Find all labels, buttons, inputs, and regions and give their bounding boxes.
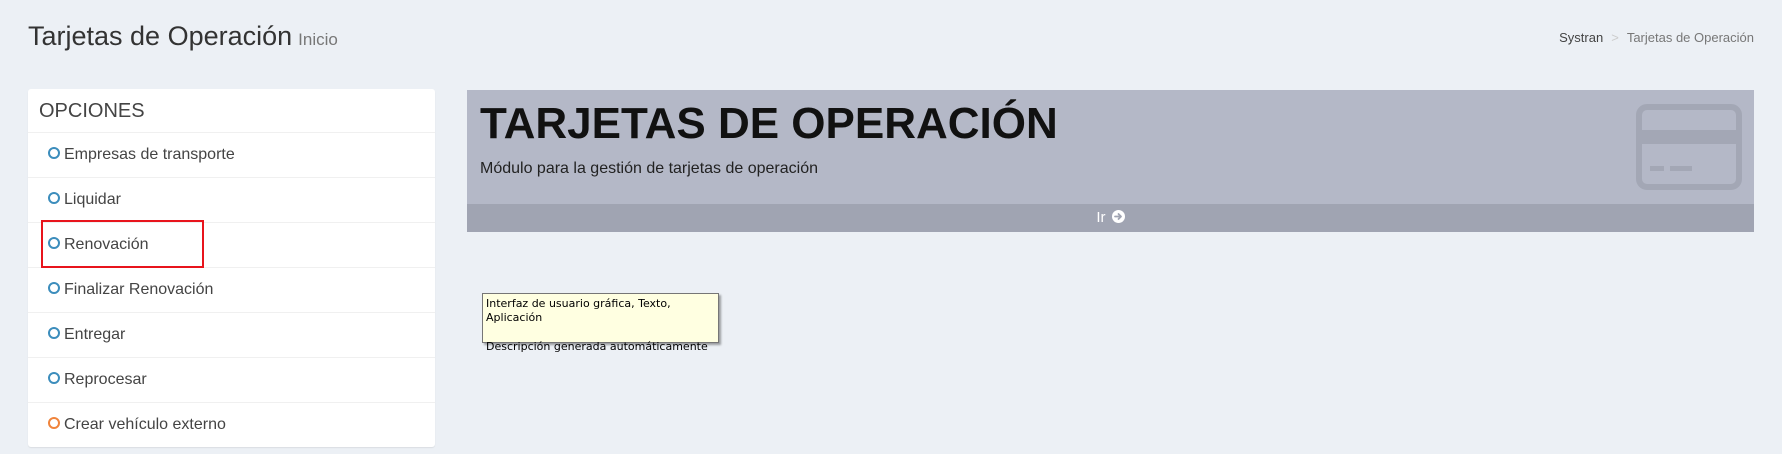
options-title: OPCIONES [28, 89, 435, 133]
breadcrumb-current: Tarjetas de Operación [1626, 30, 1754, 45]
circle-o-icon [48, 282, 60, 295]
option-finalizar-renovacion[interactable]: Finalizar Renovación [28, 268, 435, 313]
circle-o-icon [48, 192, 60, 205]
option-entregar[interactable]: Entregar [28, 313, 435, 358]
module-title: TARJETAS DE OPERACIÓN [480, 99, 1058, 148]
option-label: Reprocesar [64, 371, 147, 388]
credit-card-icon [1636, 104, 1742, 190]
option-crear-vehiculo-externo[interactable]: Crear vehículo externo [28, 403, 435, 448]
option-label: Entregar [64, 326, 126, 343]
highlight-annotation-box [41, 220, 204, 268]
module-info-box: TARJETAS DE OPERACIÓN Módulo para la ges… [467, 90, 1754, 232]
content-header: Tarjetas de Operación Inicio Systran > Tarj… [28, 20, 1754, 60]
option-label: Liquidar [64, 191, 121, 208]
breadcrumb: Systran > Tarjetas de Operación [1559, 30, 1754, 45]
circle-o-icon [48, 372, 60, 385]
alt-text-tooltip: Interfaz de usuario gráfica, Texto, Apli… [482, 293, 719, 353]
option-liquidar[interactable]: Liquidar [28, 178, 435, 223]
tooltip-line-2: Descripción generada automáticamente [486, 340, 708, 353]
page-title-text: Tarjetas de Operación [28, 21, 293, 51]
option-label: Finalizar Renovación [64, 281, 214, 298]
go-link-label: Ir [1096, 209, 1106, 226]
tooltip-line-1: Interfaz de usuario gráfica, Texto, Apli… [486, 297, 671, 324]
option-label: Crear vehículo externo [64, 416, 226, 433]
module-description: Módulo para la gestión de tarjetas de op… [480, 160, 818, 177]
arrow-circle-right-icon [1111, 210, 1125, 224]
options-panel: OPCIONES Empresas de transporte Liquidar… [28, 89, 435, 447]
page-title: Tarjetas de Operación Inicio [28, 20, 338, 56]
breadcrumb-root-link[interactable]: Systran [1559, 30, 1603, 45]
breadcrumb-separator: > [1611, 30, 1619, 45]
circle-o-icon [48, 417, 60, 430]
module-go-link[interactable]: Ir [467, 204, 1754, 232]
option-empresas-de-transporte[interactable]: Empresas de transporte [28, 133, 435, 178]
circle-o-icon [48, 147, 60, 160]
circle-o-icon [48, 327, 60, 340]
page-subtitle: Inicio [298, 30, 338, 49]
option-label: Empresas de transporte [64, 146, 235, 163]
option-reprocesar[interactable]: Reprocesar [28, 358, 435, 403]
